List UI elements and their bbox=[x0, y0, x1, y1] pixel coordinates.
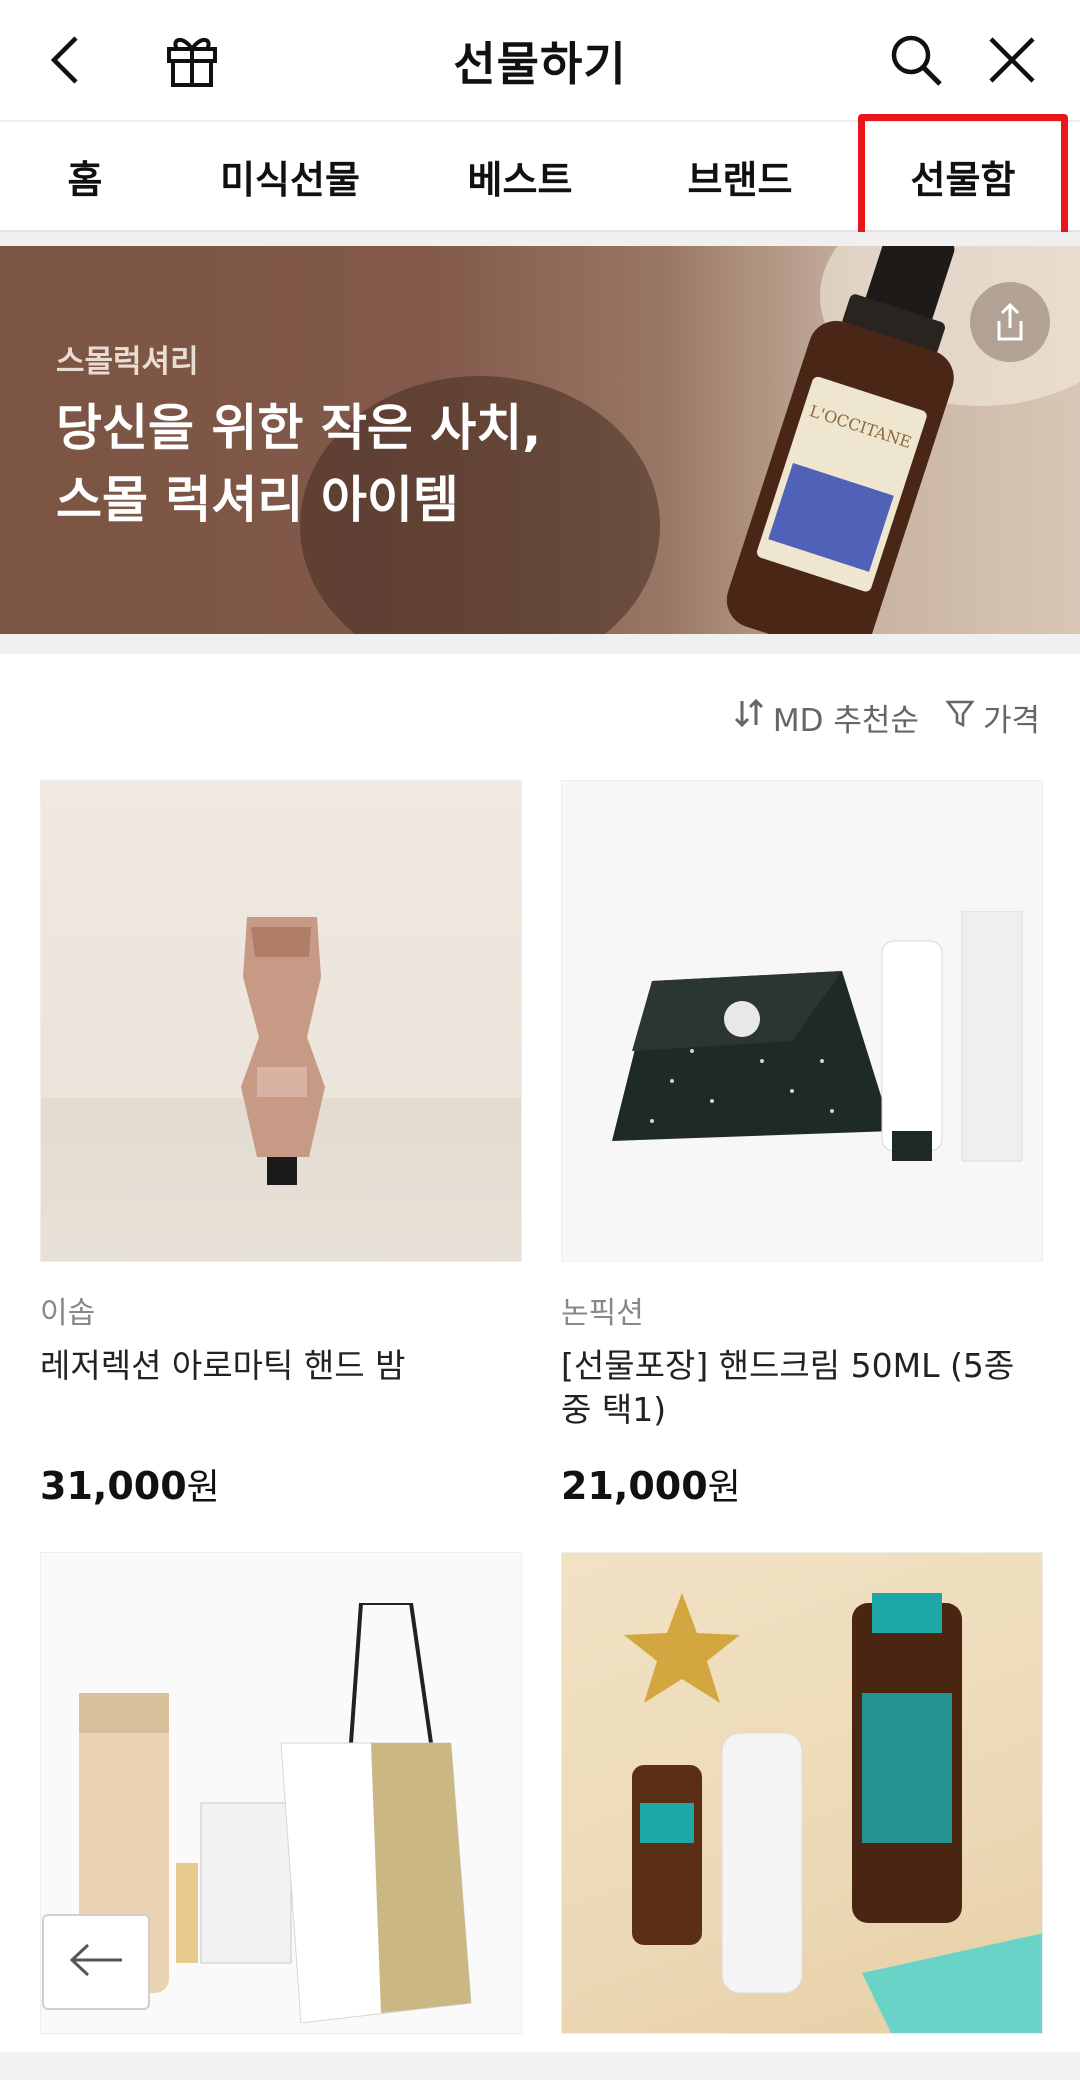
product-card[interactable]: 이솝 레저렉션 아로마틱 핸드 밤 31,000원 bbox=[40, 780, 522, 1510]
product-card[interactable]: 논픽션 [선물포장] 핸드크림 50ML (5종 중 택1) 21,000원 bbox=[561, 780, 1043, 1510]
product-name: 레저렉션 아로마틱 핸드 밤 bbox=[40, 1346, 406, 1385]
search-icon[interactable] bbox=[878, 22, 954, 98]
divider bbox=[0, 232, 1080, 246]
promo-banner[interactable]: L'OCCITANE 스몰럭셔리 당신을 위한 작은 사치, 스몰 럭셔리 아이… bbox=[0, 246, 1080, 634]
sort-label: MD 추천순 bbox=[772, 702, 919, 739]
product-name: [선물포장] 핸드크림 50ML (5종 중 택1) bbox=[561, 1346, 1015, 1429]
tab-gourmet-gifts[interactable]: 미식선물 bbox=[190, 122, 390, 230]
chevron-left-icon[interactable] bbox=[28, 22, 104, 98]
product-image[interactable] bbox=[40, 780, 522, 1262]
product-image[interactable] bbox=[561, 780, 1043, 1262]
sort-filter-bar: MD 추천순 가격 bbox=[733, 692, 1040, 742]
share-icon[interactable] bbox=[970, 282, 1050, 362]
top-app-bar: 선물하기 bbox=[0, 0, 1080, 120]
product-brand: 이솝 bbox=[40, 1296, 96, 1331]
price-currency: 원 bbox=[707, 1467, 741, 1508]
banner-eyebrow: 스몰럭셔리 bbox=[56, 344, 199, 380]
divider bbox=[0, 634, 1080, 654]
price-filter-button[interactable]: 가격 bbox=[945, 695, 1040, 740]
moroccanoil-set-image bbox=[624, 1593, 1042, 2033]
hand-balm-tube-image bbox=[241, 917, 325, 1185]
category-tabs: 홈 미식선물 베스트 브랜드 선물함 bbox=[0, 120, 1080, 232]
hand-cream-set-image bbox=[612, 911, 1023, 1162]
tab-brand[interactable]: 브랜드 bbox=[650, 122, 830, 230]
price-value: 31,000 bbox=[40, 1464, 187, 1508]
floating-back-button[interactable] bbox=[42, 1914, 150, 2010]
product-price: 31,000원 bbox=[40, 1458, 522, 1510]
close-icon[interactable] bbox=[974, 22, 1050, 98]
tab-gift-box[interactable]: 선물함 bbox=[870, 122, 1056, 230]
filter-icon bbox=[945, 698, 975, 736]
tab-best[interactable]: 베스트 bbox=[430, 122, 610, 230]
filter-label: 가격 bbox=[982, 702, 1040, 739]
bottom-strip bbox=[0, 2052, 1080, 2080]
banner-headline: 당신을 위한 작은 사치, 스몰 럭셔리 아이템 bbox=[56, 399, 542, 529]
product-brand: 논픽션 bbox=[561, 1296, 644, 1331]
product-image[interactable] bbox=[561, 1552, 1043, 2034]
product-price: 21,000원 bbox=[561, 1458, 1043, 1510]
price-value: 21,000 bbox=[561, 1464, 708, 1508]
gift-icon[interactable] bbox=[154, 22, 230, 98]
sort-button[interactable]: MD 추천순 bbox=[733, 695, 919, 740]
tab-home[interactable]: 홈 bbox=[20, 122, 150, 230]
product-card[interactable] bbox=[561, 1552, 1043, 2060]
arrow-left-icon bbox=[68, 1942, 124, 1982]
price-currency: 원 bbox=[186, 1467, 220, 1508]
sort-arrows-icon bbox=[733, 697, 765, 737]
